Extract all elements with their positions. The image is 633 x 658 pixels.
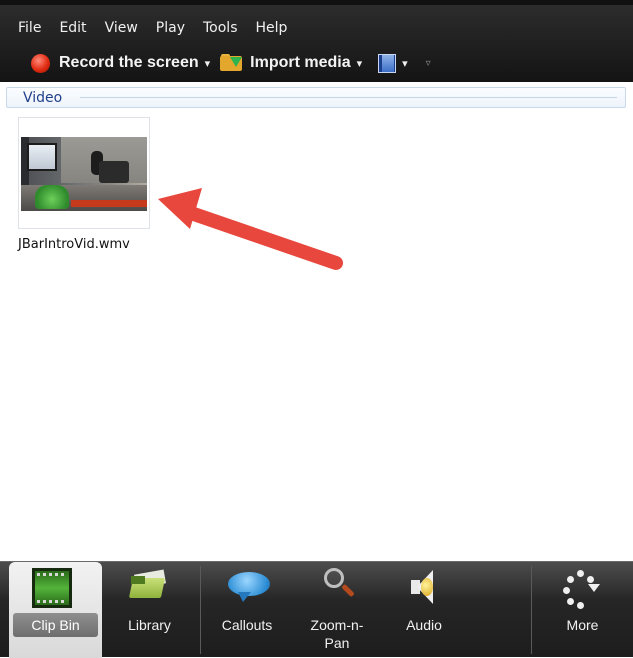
- tab-audio[interactable]: Audio: [381, 562, 467, 658]
- tab-zoom-n-pan-label: Zoom-n- Pan: [310, 617, 364, 651]
- menu-play[interactable]: Play: [147, 20, 194, 36]
- tab-more-label: More: [566, 617, 599, 633]
- menu-help[interactable]: Help: [247, 20, 297, 36]
- video-section-header[interactable]: Video: [6, 87, 626, 108]
- film-produce-icon: [378, 53, 397, 73]
- tab-clip-bin[interactable]: Clip Bin: [9, 562, 102, 658]
- clip-file-name[interactable]: JBarIntroVid.wmv: [18, 237, 130, 252]
- record-the-screen-button[interactable]: Record the screen ▾: [59, 54, 210, 72]
- record-dropdown-icon[interactable]: ▾: [205, 57, 211, 70]
- window-top-strip: [0, 0, 633, 5]
- menu-tools[interactable]: Tools: [194, 20, 247, 36]
- tab-zoom-n-pan[interactable]: Zoom-n- Pan: [293, 562, 381, 658]
- clip-bin-icon: [32, 568, 72, 608]
- toolbar-overflow-icon[interactable]: ▿: [426, 58, 431, 69]
- video-section-title: Video: [23, 90, 63, 106]
- tab-clip-bin-label: Clip Bin: [31, 617, 80, 633]
- produce-dropdown-icon[interactable]: ▾: [402, 57, 408, 70]
- record-dot-icon[interactable]: [31, 53, 50, 73]
- task-tab-bar: Clip Bin Library Callouts Zoom-n- Pan Au…: [0, 561, 633, 658]
- tab-callouts-label: Callouts: [221, 617, 273, 633]
- tab-library-label: Library: [128, 617, 171, 633]
- record-the-screen-label: Record the screen: [59, 54, 199, 71]
- app-chrome: File Edit View Play Tools Help Record th…: [0, 0, 633, 82]
- menu-file[interactable]: File: [9, 20, 50, 36]
- library-icon: [128, 568, 169, 602]
- more-icon: [561, 568, 605, 609]
- section-divider: [80, 97, 617, 98]
- produce-button[interactable]: ▾: [374, 53, 408, 73]
- callouts-icon: [228, 568, 270, 602]
- audio-icon: [407, 568, 437, 604]
- zoom-n-pan-icon: [322, 568, 356, 608]
- tab-more[interactable]: More: [532, 562, 633, 658]
- menu-bar: File Edit View Play Tools Help: [0, 17, 296, 39]
- menu-edit[interactable]: Edit: [50, 20, 95, 36]
- tab-callouts[interactable]: Callouts: [201, 562, 293, 658]
- menu-view[interactable]: View: [96, 20, 147, 36]
- video-thumbnail: [21, 137, 147, 211]
- clip-item[interactable]: [18, 117, 150, 229]
- import-media-label: Import media: [250, 54, 351, 71]
- tab-library[interactable]: Library: [102, 562, 197, 658]
- annotation-arrow: [158, 188, 343, 270]
- folder-import-icon: [220, 54, 244, 72]
- tab-audio-label: Audio: [406, 617, 442, 633]
- task-toolbar: Record the screen ▾ Import media ▾ ▾ ▿: [0, 50, 633, 76]
- import-media-button[interactable]: Import media ▾: [220, 54, 362, 72]
- import-dropdown-icon[interactable]: ▾: [357, 57, 363, 70]
